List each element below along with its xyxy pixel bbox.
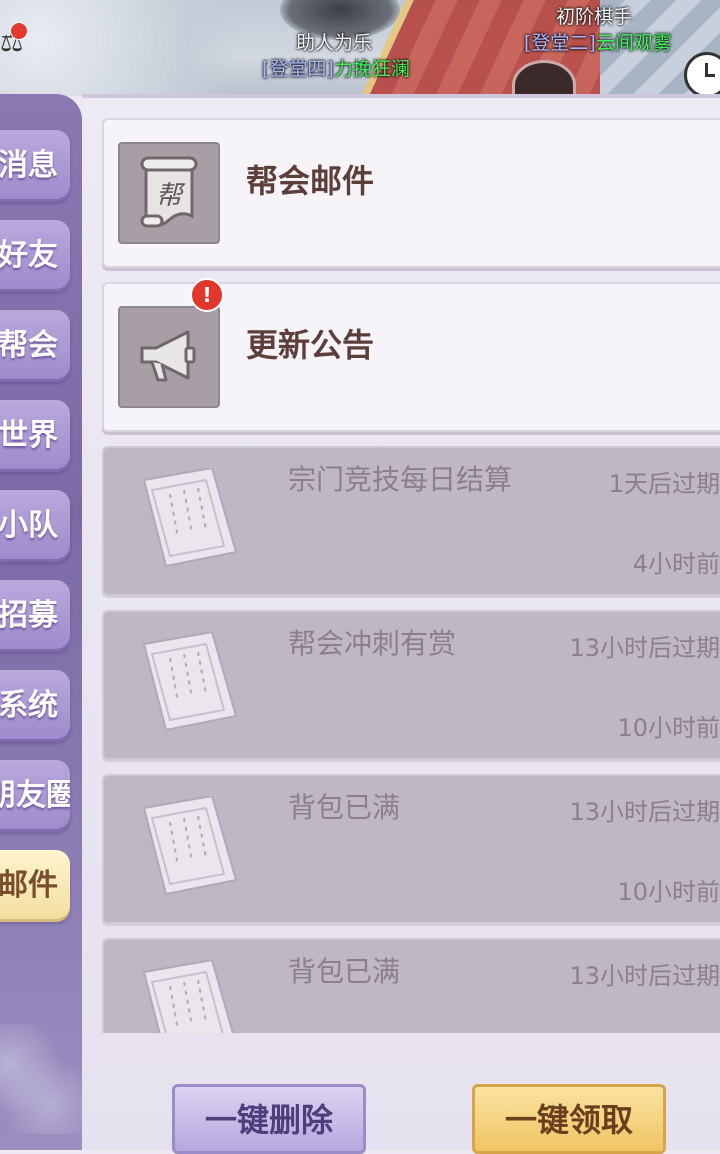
tab-system[interactable]: 系统 [0,670,70,742]
letter-paper-icon [142,468,238,568]
tab-guild[interactable]: 帮会 [0,310,70,382]
megaphone-icon [140,330,196,382]
letter-paper-icon [142,632,238,732]
player-name-2[interactable]: 初阶棋手 [556,2,632,29]
update-notice-icon-box [118,306,220,408]
mail-item[interactable]: 背包已满 13小时后过期 10小时前 [102,774,720,924]
tab-messages[interactable]: 消息 [0,130,70,202]
mail-subject: 背包已满 [288,791,401,824]
mail-expiry: 13小时后过期 [569,798,720,826]
delete-all-button[interactable]: 一键删除 [172,1084,366,1154]
mail-item[interactable]: 背包已满 13小时后过期 [102,938,720,1033]
mail-subject: 宗门竞技每日结算 [288,463,513,496]
tab-mail[interactable]: 邮件 [0,850,70,922]
guild-icon-char: 帮 [156,181,186,211]
player-rank-tag-1: [登堂四] [262,58,334,80]
mail-expiry: 1天后过期 [608,470,720,498]
panel-top-border [82,94,720,98]
player-title-1: [登堂四]力挽狂澜 [262,54,410,81]
mail-item[interactable]: 帮会冲刺有赏 13小时后过期 10小时前 [102,610,720,760]
guild-scroll-icon: 帮 [140,156,198,228]
player-honor-1: 力挽狂澜 [333,58,410,80]
guild-mail-category[interactable]: 帮 帮会邮件 [102,118,720,268]
mail-item[interactable]: 宗门竞技每日结算 1天后过期 4小时前 [102,446,720,596]
update-notice-title: 更新公告 [246,326,375,364]
mail-subject: 背包已满 [288,955,401,988]
tab-team[interactable]: 小队 [0,490,70,562]
mail-received-time: 10小时前 [617,878,720,906]
mail-list[interactable]: 帮 帮会邮件 ! 更新公告 宗门竞技每日结算 1天后过期 4小时前 帮会冲刺有赏… [102,118,720,1033]
guild-mail-icon-box: 帮 [118,142,220,244]
clock-icon[interactable] [684,52,720,96]
player-title-2: [登堂二]云间观雾 [524,28,672,55]
game-scene-banner: ⚖ 助人为乐 [登堂四]力挽狂澜 初阶棋手 [登堂二]云间观雾 [0,0,720,96]
new-notice-badge: ! [190,278,224,312]
scene-backdrop [0,0,300,96]
mail-expiry: 13小时后过期 [569,634,720,662]
letter-paper-icon [142,796,238,896]
claim-all-button[interactable]: 一键领取 [472,1084,666,1154]
mail-received-time: 10小时前 [617,714,720,742]
mail-received-time: 4小时前 [632,550,720,578]
player-rank-tag-2: [登堂二] [524,32,596,54]
guild-mail-title: 帮会邮件 [246,162,375,200]
mail-expiry: 13小时后过期 [569,962,720,990]
tab-friends[interactable]: 好友 [0,220,70,292]
tab-world[interactable]: 世界 [0,400,70,472]
notification-dot [10,22,28,40]
player-honor-2: 云间观雾 [595,32,672,54]
player-name-1[interactable]: 助人为乐 [296,28,372,55]
tab-recruit[interactable]: 招募 [0,580,70,652]
tab-moments[interactable]: 朋友圈 [0,760,70,832]
mail-subject: 帮会冲刺有赏 [288,627,457,660]
letter-paper-icon [142,960,234,1033]
update-notice-category[interactable]: ! 更新公告 [102,278,720,432]
